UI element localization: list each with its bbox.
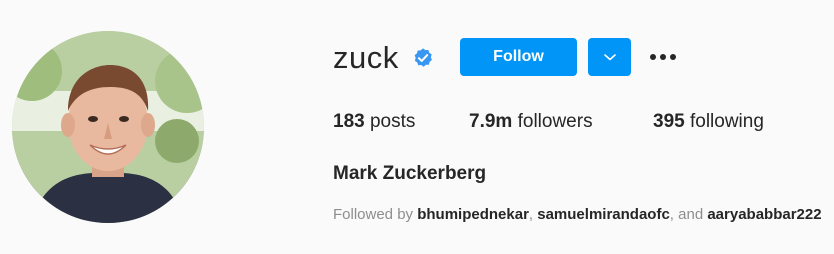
followers-label: followers <box>517 111 593 132</box>
username: zuck <box>333 40 399 75</box>
more-options-icon <box>650 54 676 60</box>
followed-by-separator: , <box>528 206 534 223</box>
followers-link[interactable]: 7.9m followers <box>469 110 593 134</box>
verified-badge-icon <box>414 48 432 67</box>
avatar[interactable] <box>12 31 204 223</box>
full-name: Mark Zuckerberg <box>333 163 487 184</box>
suggested-accounts-dropdown-button[interactable] <box>588 38 631 76</box>
following-count: 395 <box>653 111 685 132</box>
followed-by-prefix: Followed by <box>333 206 414 223</box>
following-link[interactable]: 395 following <box>653 110 764 134</box>
mutual-follower-1[interactable]: bhumipednekar <box>417 206 529 223</box>
posts-stat: 183 posts <box>333 110 415 134</box>
followers-count: 7.9m <box>469 111 513 132</box>
followed-by-separator-and: , and <box>669 206 704 223</box>
followed-by-line[interactable]: Followed by bhumipednekar, samuelmiranda… <box>333 205 822 225</box>
following-label: following <box>689 111 764 132</box>
more-options-button[interactable] <box>643 44 683 70</box>
posts-label: posts <box>369 111 416 132</box>
mutual-follower-2[interactable]: samuelmirandaofc <box>537 206 670 223</box>
chevron-down-icon <box>603 54 616 61</box>
follow-button[interactable]: Follow <box>460 38 577 76</box>
profile-photo <box>12 31 204 223</box>
mutual-follower-3[interactable]: aaryababbar222 <box>707 206 821 223</box>
posts-count: 183 <box>333 111 365 132</box>
